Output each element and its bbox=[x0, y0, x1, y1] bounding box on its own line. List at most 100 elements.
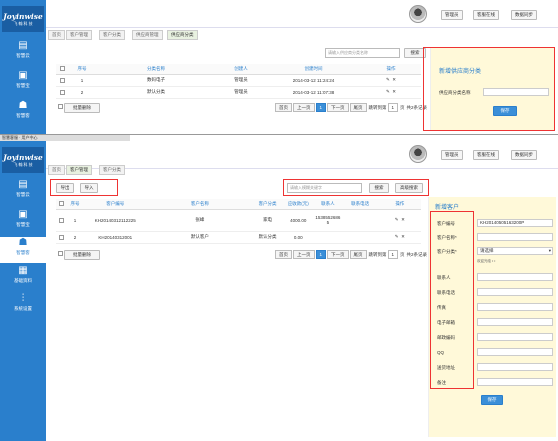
supplier-category-screen: Joyinwise 飞 翰 科 技 ▤ 智慧云 ▣ 智慧宝 ☗ 智慧客 管理员 … bbox=[0, 0, 558, 134]
tab-customer-category[interactable]: 客户分类 bbox=[99, 30, 125, 40]
edit-icon[interactable]: ✎ bbox=[386, 89, 390, 94]
users-icon: ☗ bbox=[18, 100, 28, 111]
batch-delete-button[interactable]: 批量删除 bbox=[64, 250, 100, 260]
sidebar-item-cloud[interactable]: ▤ 智慧云 bbox=[0, 179, 46, 205]
advanced-search-button[interactable]: 高级搜索 bbox=[395, 183, 423, 193]
page-current-button[interactable]: 1 bbox=[315, 250, 327, 259]
close-icon[interactable]: ✕ bbox=[392, 77, 396, 82]
close-icon[interactable]: ✕ bbox=[401, 234, 405, 239]
batch-delete-button[interactable]: 批量删除 bbox=[64, 103, 100, 113]
sidebar-item-settings[interactable]: ⫶ 系统设置 bbox=[0, 293, 46, 319]
tab-customer-mgmt[interactable]: 客户管理 bbox=[66, 165, 92, 175]
table-row: 2 默认分类 管理员 2014-03-12 11:07:38 ✎ ✕ bbox=[56, 86, 421, 99]
customer-code-input[interactable]: KH20140505163200P bbox=[477, 219, 553, 227]
cell-phone bbox=[341, 231, 379, 244]
select-all-checkbox[interactable] bbox=[58, 201, 64, 207]
save-button[interactable]: 保存 bbox=[481, 395, 503, 405]
field-label: 客户分类* bbox=[437, 249, 457, 254]
page-last-button[interactable]: 尾页 bbox=[349, 250, 367, 259]
page-select[interactable]: 1 bbox=[387, 250, 399, 259]
row-checkbox[interactable] bbox=[59, 77, 65, 83]
postcode-input[interactable] bbox=[477, 333, 553, 341]
edit-icon[interactable]: ✎ bbox=[395, 234, 399, 239]
cell-actions: ✎ ✕ bbox=[378, 231, 421, 244]
phone-input[interactable] bbox=[477, 288, 553, 296]
row-checkbox[interactable] bbox=[58, 234, 64, 240]
email-input[interactable] bbox=[477, 318, 553, 326]
cell-contact: 15385526865 bbox=[314, 209, 342, 232]
close-icon[interactable]: ✕ bbox=[401, 217, 405, 222]
chevron-down-icon: ▾ bbox=[548, 248, 551, 253]
admin-button[interactable]: 管理员 bbox=[441, 150, 463, 160]
brand-name: Joyinwise bbox=[3, 153, 43, 162]
table-row: 1 KH20140312112225 张峰 家电 4000.00 1538552… bbox=[56, 209, 421, 232]
sidebar-item-customer[interactable]: ☗ 智慧客 bbox=[0, 100, 46, 126]
sidebar-item-label: 智慧宝 bbox=[16, 83, 30, 88]
customer-name-input[interactable] bbox=[477, 233, 553, 241]
edit-icon[interactable]: ✎ bbox=[386, 77, 390, 82]
sidebar-item-label: 智慧客 bbox=[16, 250, 30, 255]
import-button[interactable]: 导入 bbox=[80, 183, 98, 193]
avatar[interactable] bbox=[409, 145, 427, 163]
cell-name: 张峰 bbox=[146, 209, 253, 232]
close-icon[interactable]: ✕ bbox=[392, 89, 396, 94]
users-icon: ☗ bbox=[18, 237, 28, 248]
edit-icon[interactable]: ✎ bbox=[395, 217, 399, 222]
page-prev-button[interactable]: 上一页 bbox=[293, 103, 315, 112]
sidebar-item-basic-data[interactable]: ▦ 基础资料 bbox=[0, 265, 46, 291]
tab-supplier-category[interactable]: 供应商分类 bbox=[167, 30, 198, 40]
tab-customer-category[interactable]: 客户分类 bbox=[99, 165, 125, 175]
row-checkbox[interactable] bbox=[59, 89, 65, 95]
sidebar-item-cloud[interactable]: ▤ 智慧云 bbox=[0, 40, 46, 66]
database-icon: ▦ bbox=[18, 265, 28, 276]
search-input[interactable]: 请输入模糊关键字 bbox=[287, 183, 362, 193]
form-title: 新增供应商分类 bbox=[439, 69, 482, 75]
save-button[interactable]: 保存 bbox=[493, 106, 517, 116]
export-button[interactable]: 导出 bbox=[56, 183, 74, 193]
tab-customer-mgmt[interactable]: 客户管理 bbox=[66, 30, 92, 40]
box-icon: ▣ bbox=[18, 209, 28, 220]
page-next-button[interactable]: 下一页 bbox=[327, 103, 349, 112]
search-input[interactable]: 请输入供应商分类名称 bbox=[325, 48, 400, 58]
admin-button[interactable]: 管理员 bbox=[441, 10, 463, 20]
data-sync-button[interactable]: 数据同步 bbox=[511, 150, 537, 160]
select-all-cell bbox=[56, 199, 67, 210]
tab-home[interactable]: 首页 bbox=[48, 30, 65, 40]
data-sync-button[interactable]: 数据同步 bbox=[511, 10, 537, 20]
batch-select-checkbox[interactable] bbox=[56, 250, 64, 260]
col-header: 操作 bbox=[361, 64, 421, 75]
page-first-button[interactable]: 首页 bbox=[275, 250, 292, 259]
box-icon: ▣ bbox=[18, 70, 28, 81]
tab-home[interactable]: 首页 bbox=[48, 165, 65, 175]
page-next-button[interactable]: 下一页 bbox=[327, 250, 349, 259]
row-checkbox[interactable] bbox=[58, 217, 64, 223]
category-name-input[interactable] bbox=[483, 88, 549, 96]
batch-select-checkbox[interactable] bbox=[56, 103, 64, 113]
qq-input[interactable] bbox=[477, 348, 553, 356]
page-last-button[interactable]: 尾页 bbox=[349, 103, 367, 112]
sidebar-item-treasure[interactable]: ▣ 智慧宝 bbox=[0, 70, 46, 96]
select-all-checkbox[interactable] bbox=[59, 66, 65, 72]
online-service-button[interactable]: 客服在线 bbox=[473, 10, 499, 20]
page-prev-button[interactable]: 上一页 bbox=[293, 250, 315, 259]
customer-category-select[interactable]: 请选择 ▾ bbox=[477, 247, 553, 255]
cell-creator: 管理员 bbox=[216, 74, 266, 87]
page-first-button[interactable]: 首页 bbox=[275, 103, 292, 112]
sidebar-item-customer[interactable]: ☗ 智慧客 bbox=[0, 237, 46, 263]
address-input[interactable] bbox=[477, 363, 553, 371]
fax-input[interactable] bbox=[477, 303, 553, 311]
search-button[interactable]: 搜索 bbox=[369, 183, 389, 193]
page-current-button[interactable]: 1 bbox=[315, 103, 327, 112]
contact-input[interactable] bbox=[477, 273, 553, 281]
table-row: 1 数码电子 管理员 2014-03-12 11:24:24 ✎ ✕ bbox=[56, 74, 421, 87]
page-select[interactable]: 1 bbox=[387, 103, 399, 112]
online-service-button[interactable]: 客服在线 bbox=[473, 150, 499, 160]
cell-no: 2 bbox=[66, 231, 84, 244]
avatar[interactable] bbox=[409, 5, 427, 23]
tab-supplier-mgmt[interactable]: 供应商管理 bbox=[132, 30, 163, 40]
remark-input[interactable] bbox=[477, 378, 553, 386]
search-button[interactable]: 搜索 bbox=[404, 48, 426, 58]
cloud-icon: ▤ bbox=[18, 179, 28, 190]
cell-contact bbox=[314, 231, 342, 244]
sidebar-item-treasure[interactable]: ▣ 智慧宝 bbox=[0, 209, 46, 235]
